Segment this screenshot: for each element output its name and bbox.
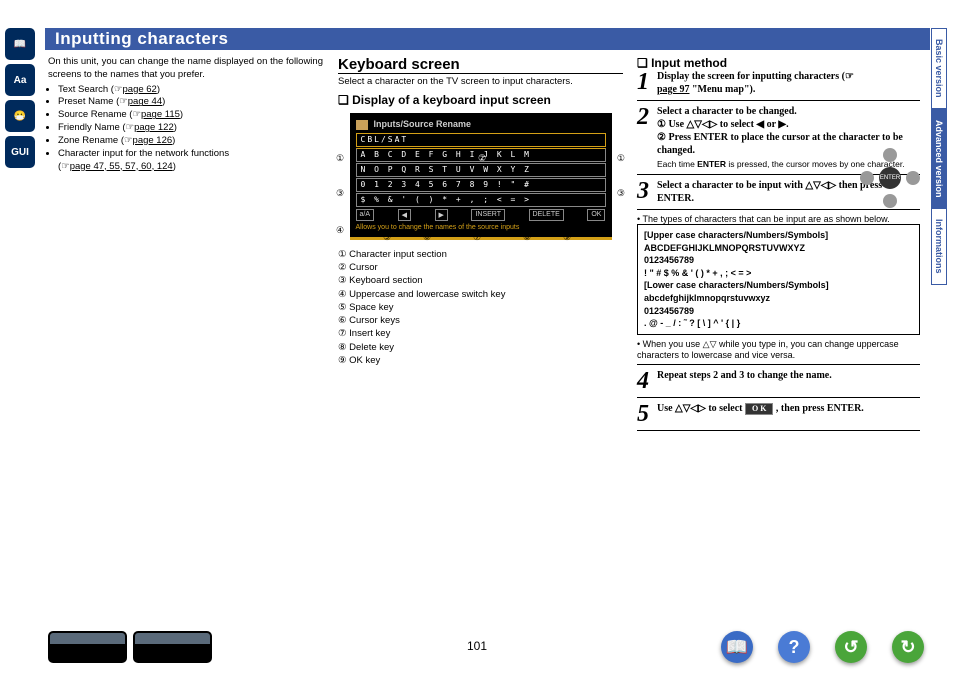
subsection-heading: ❏ Display of a keyboard input screen — [338, 93, 623, 107]
mask-icon[interactable]: 😷 — [5, 100, 35, 132]
link[interactable]: page 122 — [134, 122, 174, 133]
callout-3b: ③ — [617, 188, 625, 199]
keyboard-legend: ① Character input section② Cursor③ Keybo… — [338, 248, 623, 368]
step-text: Repeat steps 2 and 3 to change the name. — [657, 369, 920, 393]
callout-4: ④ — [336, 225, 344, 236]
callout-5: ⑤ — [383, 232, 391, 243]
kb-note: Allows you to change the names of the so… — [356, 224, 606, 231]
character-table: [Upper case characters/Numbers/Symbols]A… — [637, 224, 920, 335]
receiver-thumbnails — [48, 631, 212, 663]
step-number: 2 — [637, 105, 657, 170]
intro-text: On this unit, you can change the name di… — [48, 56, 323, 82]
kb-row: CBL/SAT — [356, 133, 606, 147]
receiver-rear-icon[interactable] — [133, 631, 212, 663]
step-number: 5 — [637, 402, 657, 426]
step-number: 3 — [637, 179, 657, 205]
step-number: 4 — [637, 369, 657, 393]
callout-3: ③ — [336, 188, 344, 199]
page-title: Inputting characters — [45, 28, 930, 50]
link[interactable]: page 44 — [128, 96, 162, 107]
gui-icon[interactable]: GUI — [5, 136, 35, 168]
subsection-heading: ❏ Input method — [637, 56, 920, 70]
kb-row: 0 1 2 3 4 5 6 7 8 9 ! " # — [356, 178, 606, 192]
types-intro: • The types of characters that can be in… — [637, 214, 920, 224]
kb-row: $ % & ' ( ) * + , ; < = > — [356, 193, 606, 207]
page-number: 101 — [467, 639, 487, 653]
bullet: Source Rename (☞page 115) — [58, 109, 323, 122]
case-note: • When you use △▽ while you type in, you… — [637, 339, 920, 360]
nav-help-icon[interactable]: ? — [778, 631, 810, 663]
callout-7: ⑦ — [473, 232, 481, 243]
nav-forward-icon[interactable]: ↻ — [892, 631, 924, 663]
tab-basic[interactable]: Basic version — [931, 28, 947, 109]
keyboard-screenshot: Inputs/Source Rename CBL/SAT A B C D E F… — [350, 113, 612, 240]
step-text: Display the screen for inputting charact… — [657, 70, 920, 96]
nav-home-icon[interactable]: 📖 — [721, 631, 753, 663]
link[interactable]: page 115 — [141, 109, 180, 120]
callout-8: ⑧ — [523, 232, 531, 243]
side-tabs: Basic version Advanced version Informati… — [931, 28, 949, 378]
callout-2: ② — [478, 153, 486, 164]
section-heading: Keyboard screen — [338, 56, 623, 74]
link[interactable]: page 126 — [133, 135, 173, 146]
book-icon[interactable]: 📖 — [5, 28, 35, 60]
link[interactable]: page 62 — [123, 84, 157, 95]
bullet: Zone Rename (☞page 126) — [58, 135, 323, 148]
bullet: Text Search (☞page 62) — [58, 84, 323, 97]
kb-row: N O P Q R S T U V W X Y Z — [356, 163, 606, 177]
bullet: Friendly Name (☞page 122) — [58, 122, 323, 135]
bullet: Character input for the network function… — [58, 148, 323, 174]
input-method-column: ❏ Input method 1 Display the screen for … — [637, 56, 920, 435]
link[interactable]: page 47, 55, 57, 60, 124 — [70, 161, 173, 172]
aa-icon[interactable]: Aa — [5, 64, 35, 96]
step-text: Use △▽◁▷ to select O K , then press ENTE… — [657, 402, 920, 426]
callout-1: ① — [336, 153, 344, 164]
callout-6: ⑥ — [423, 232, 431, 243]
left-nav-icons: 📖 Aa 😷 GUI — [5, 28, 37, 172]
nav-back-icon[interactable]: ↺ — [835, 631, 867, 663]
kb-title: Inputs/Source Rename — [356, 119, 606, 130]
kb-footer: a/A◀▶ INSERTDELETEOK — [356, 209, 606, 221]
receiver-front-icon[interactable] — [48, 631, 127, 663]
intro-column: On this unit, you can change the name di… — [48, 56, 323, 175]
keyboard-column: Keyboard screen Select a character on th… — [338, 56, 623, 367]
dpad-diagram: ENTER — [860, 148, 920, 208]
tab-advanced[interactable]: Advanced version — [931, 109, 947, 209]
callout-9: ⑨ — [563, 232, 571, 243]
bullet: Preset Name (☞page 44) — [58, 96, 323, 109]
callout-1b: ① — [617, 153, 625, 164]
section-sub: Select a character on the TV screen to i… — [338, 76, 623, 87]
tab-info[interactable]: Informations — [931, 208, 947, 285]
step-number: 1 — [637, 70, 657, 96]
